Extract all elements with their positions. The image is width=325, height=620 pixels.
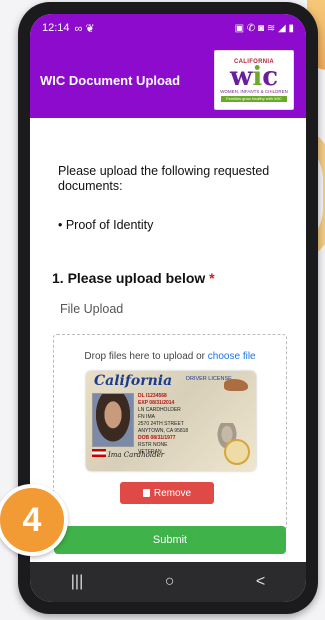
remove-label: Remove [153, 487, 192, 499]
clock: 12:14 [42, 22, 70, 34]
android-nav-bar: ||| ○ < [30, 562, 306, 602]
home-icon[interactable]: ○ [165, 573, 175, 591]
file-dropzone[interactable]: Drop files here to upload or choose file… [53, 334, 287, 530]
status-right-icons: ▣ ✆ ◙ ≋ ◢ ▮ [234, 22, 294, 34]
app-header: WIC Document Upload CALIFORNIA wic WOMEN… [30, 42, 306, 118]
license-line: FN IMA [138, 414, 155, 420]
license-line: LN CARDHOLDER [138, 407, 181, 413]
document-item: • Proof of Identity [58, 218, 154, 232]
bear-icon [224, 379, 248, 391]
logo-tagline: Families grow healthy with WIC [221, 95, 287, 102]
uploaded-license-preview: California DRIVER LICENSE DL I1234568 EX… [86, 371, 256, 471]
form-content: Please upload the following requested do… [30, 164, 306, 530]
license-line: DOB 08/31/1977 [138, 435, 176, 441]
submit-label: Submit [152, 534, 188, 546]
section-title-text: 1. Please upload below [52, 270, 206, 286]
status-left-icons: ∞ ❦ [74, 22, 95, 35]
section-title: 1. Please upload below * [52, 270, 286, 286]
license-line: DL I1234568 [138, 393, 167, 399]
license-state: California [94, 373, 173, 389]
required-marker: * [209, 270, 215, 286]
trash-icon [142, 489, 150, 497]
intro-text: Please upload the following requested do… [58, 164, 270, 193]
back-icon[interactable]: < [256, 573, 265, 591]
logo-wordmark: wic [229, 61, 279, 92]
file-upload-label: File Upload [60, 302, 124, 316]
drop-instructions: Drop files here to upload or choose file [54, 351, 286, 362]
submit-button[interactable]: Submit [54, 526, 286, 554]
wic-logo: CALIFORNIA wic WOMEN, INFANTS & CHILDREN… [214, 50, 294, 110]
logo-subtitle: WOMEN, INFANTS & CHILDREN [220, 88, 288, 94]
logo-c: c [262, 61, 279, 92]
license-signature: Ima Cardholder [108, 451, 165, 459]
drop-text: Drop files here to upload or [84, 351, 208, 362]
license-line: 2570 24TH STREET [138, 421, 184, 427]
logo-w: w [229, 61, 253, 92]
license-line: EXP 08/31/2014 [138, 400, 175, 406]
logo-i: i [252, 61, 263, 92]
license-line: ANYTOWN, CA 95818 [138, 428, 189, 434]
license-line: RSTR NONE [138, 442, 168, 448]
license-details: DL I1234568 EXP 08/31/2014 LN CARDHOLDER… [138, 393, 188, 456]
phone-screen: 12:14 ∞ ❦ ▣ ✆ ◙ ≋ ◢ ▮ WIC Document Uploa… [30, 14, 306, 602]
choose-file-link[interactable]: choose file [208, 351, 256, 362]
remove-button[interactable]: Remove [120, 482, 214, 504]
license-photo [92, 393, 134, 447]
app-title: WIC Document Upload [40, 72, 181, 88]
recent-apps-icon[interactable]: ||| [71, 573, 83, 591]
status-bar: 12:14 ∞ ❦ ▣ ✆ ◙ ≋ ◢ ▮ [30, 14, 306, 42]
flag-icon [92, 449, 106, 457]
seal-icon [224, 439, 250, 465]
